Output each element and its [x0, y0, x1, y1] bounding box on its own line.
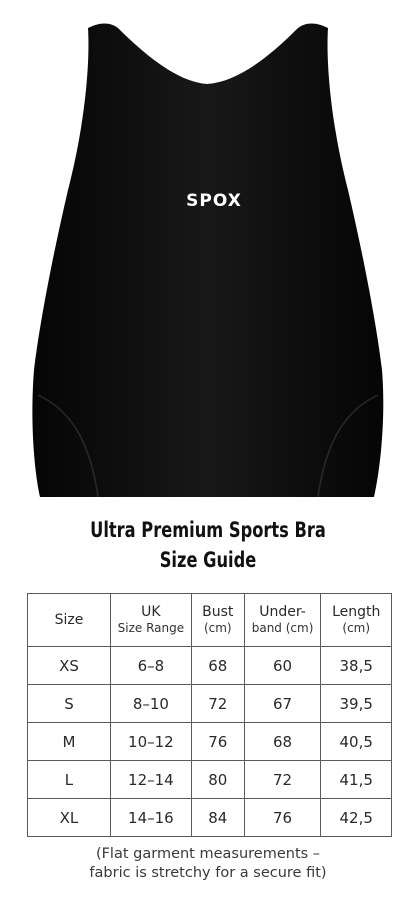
cell-size: S	[27, 684, 111, 723]
page-title: Ultra Premium Sports Bra Size Guide	[29, 515, 387, 575]
note-line-2: fabric is stretchy for a secure fit)	[89, 865, 327, 881]
note-line-1: (Flat garment measurements –	[95, 846, 321, 862]
cell-uk: 10–12	[109, 722, 192, 761]
sports-bra-body	[32, 23, 384, 497]
cell-bust: 80	[190, 760, 245, 799]
cell-length: 42,5	[320, 798, 392, 837]
cell-underband: 72	[243, 760, 322, 799]
brand-logo: SPOX	[186, 191, 242, 211]
table-row: M 10–12 76 68 40,5	[27, 722, 392, 761]
title-line-1: Ultra Premium Sports Bra	[90, 518, 326, 542]
cell-length: 38,5	[320, 646, 392, 685]
table-header-row: Size UK Size Range Bust (cm) Under-band (c…	[27, 593, 392, 647]
measurement-note: (Flat garment measurements – fabric is s…	[0, 845, 416, 883]
cell-underband: 60	[243, 646, 322, 685]
cell-length: 40,5	[320, 722, 392, 761]
cell-size: XS	[27, 646, 111, 685]
size-guide-page: SPOX Ultra Premium Sports Bra Size Guide…	[0, 0, 416, 901]
cell-underband: 67	[243, 684, 322, 723]
cell-bust: 72	[190, 684, 245, 723]
product-image: SPOX	[32, 23, 384, 498]
cell-uk: 8–10	[109, 684, 192, 723]
cell-size: M	[27, 722, 111, 761]
header-uk: UK Size Range	[109, 593, 192, 647]
cell-length: 39,5	[320, 684, 392, 723]
title-line-2: Size Guide	[159, 548, 257, 572]
cell-uk: 6–8	[109, 646, 192, 685]
cell-underband: 68	[243, 722, 322, 761]
cell-uk: 12–14	[109, 760, 192, 799]
cell-length: 41,5	[320, 760, 392, 799]
cell-uk: 14–16	[109, 798, 192, 837]
cell-bust: 68	[190, 646, 245, 685]
table-row: S 8–10 72 67 39,5	[27, 684, 392, 723]
cell-bust: 76	[190, 722, 245, 761]
table-row: L 12–14 80 72 41,5	[27, 760, 392, 799]
header-underband: Under-band (cm)	[243, 593, 322, 647]
header-size: Size	[27, 593, 111, 647]
cell-underband: 76	[243, 798, 322, 837]
size-table: Size UK Size Range Bust (cm) Under-band (c…	[27, 593, 392, 837]
table-row: XL 14–16 84 76 42,5	[27, 798, 392, 837]
cell-size: XL	[27, 798, 111, 837]
table-row: XS 6–8 68 60 38,5	[27, 646, 392, 685]
header-bust: Bust (cm)	[190, 593, 245, 647]
cell-size: L	[27, 760, 111, 799]
header-length: Length (cm)	[320, 593, 392, 647]
cell-bust: 84	[190, 798, 245, 837]
